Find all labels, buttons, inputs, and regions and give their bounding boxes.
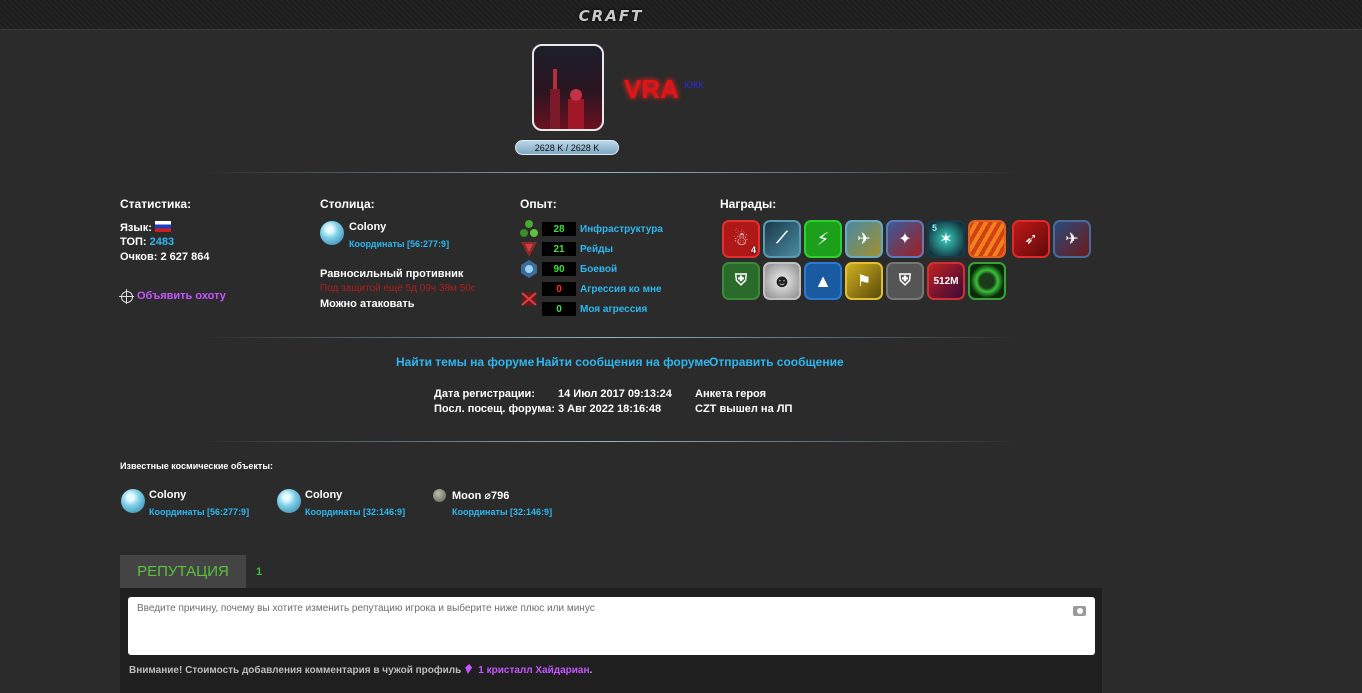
find-topics-link[interactable]: Найти темы на форуме bbox=[396, 355, 534, 369]
registration-label: Дата регистрации: bbox=[434, 388, 535, 400]
language-row: Язык: bbox=[120, 221, 171, 234]
craft-logo[interactable]: ✕ CRAFT bbox=[578, 3, 644, 31]
object-moon-icon bbox=[433, 489, 446, 502]
alliance-tag[interactable]: ЮКК bbox=[684, 80, 704, 90]
awards-title: Награды: bbox=[720, 197, 777, 211]
crystal-icon bbox=[465, 664, 473, 674]
award-santa-icon[interactable]: ☃ 4 bbox=[722, 220, 760, 258]
award-green-shield-icon[interactable]: ⛨ bbox=[722, 262, 760, 300]
reputation-warning: Внимание! Стоимость добавления комментар… bbox=[129, 664, 592, 676]
award-cannon-icon[interactable]: ⟋ bbox=[763, 220, 801, 258]
exp-my-aggression-value: 0 bbox=[542, 302, 576, 316]
exp-combat-value: 90 bbox=[542, 262, 576, 276]
known-objects-title: Известные космические объекты: bbox=[120, 461, 274, 471]
last-visit-label: Посл. посещ. форума: bbox=[434, 403, 556, 415]
award-512m-icon[interactable]: 512M bbox=[927, 262, 965, 300]
avatar-tower bbox=[550, 89, 560, 129]
object-planet-icon bbox=[277, 489, 301, 513]
exp-combat-link[interactable]: Боевой bbox=[580, 264, 617, 275]
reputation-count: 1 bbox=[256, 566, 263, 578]
capital-coords-link[interactable]: Координаты [56:277:9] bbox=[349, 239, 449, 249]
award-blue-emblem-icon[interactable]: ▲ bbox=[804, 262, 842, 300]
reputation-reason-input[interactable] bbox=[128, 597, 1095, 655]
player-nickname: VRA bbox=[624, 74, 679, 104]
russia-flag-icon bbox=[154, 221, 171, 232]
exp-raids-link[interactable]: Рейды bbox=[580, 244, 613, 255]
player-status-text: CZT вышел на ЛП bbox=[695, 403, 793, 415]
capital-planet-name[interactable]: Colony bbox=[349, 221, 386, 233]
object-coords-link[interactable]: Координаты [32:146:9] bbox=[305, 507, 405, 517]
award-gray-emblem-icon[interactable]: ⛨ bbox=[886, 262, 924, 300]
object-coords-link[interactable]: Координаты [56:277:9] bbox=[149, 507, 249, 517]
capital-title: Столица: bbox=[320, 197, 375, 211]
avatar-spire bbox=[553, 69, 557, 91]
crosshair-icon bbox=[119, 289, 134, 304]
opponent-label: Равносильный противник bbox=[320, 268, 464, 280]
exp-raids-value: 21 bbox=[542, 242, 576, 256]
award-fire-stripes-icon[interactable] bbox=[968, 220, 1006, 258]
top-row: ТОП: 2483 bbox=[120, 236, 174, 248]
object-name[interactable]: Colony bbox=[149, 489, 186, 501]
award-count-badge: 4 bbox=[750, 245, 756, 255]
award-512m-label: 512M bbox=[933, 275, 959, 287]
exp-infrastructure-value: 28 bbox=[542, 222, 576, 236]
object-coords-link[interactable]: Координаты [32:146:9] bbox=[452, 507, 552, 517]
award-golden-ship-icon[interactable]: ✈ bbox=[845, 220, 883, 258]
attack-status: Можно атаковать bbox=[320, 298, 415, 310]
warning-text: Внимание! Стоимость добавления комментар… bbox=[129, 665, 462, 676]
exp-infrastructure-link[interactable]: Инфраструктура bbox=[580, 224, 663, 235]
award-number-badge: 5 bbox=[932, 223, 938, 233]
stats-title: Статистика: bbox=[120, 197, 192, 211]
aggression-icon bbox=[521, 292, 537, 306]
top-label: ТОП: bbox=[120, 236, 147, 248]
combat-icon bbox=[521, 260, 537, 278]
top-value-link[interactable]: 2483 bbox=[150, 236, 174, 248]
object-planet-icon bbox=[121, 489, 145, 513]
capital-planet-icon bbox=[320, 221, 344, 245]
divider-lower bbox=[200, 441, 1020, 442]
award-fighter-icon[interactable]: ✈ bbox=[1053, 220, 1091, 258]
send-message-link[interactable]: Отправить сообщение bbox=[709, 355, 844, 369]
hero-profile-link[interactable]: Анкета героя bbox=[695, 388, 766, 400]
award-gold-emblem-icon[interactable]: ⚑ bbox=[845, 262, 883, 300]
award-green-emblem-icon[interactable]: ⚡ bbox=[804, 220, 842, 258]
avatar-building bbox=[568, 99, 584, 129]
hp-bar: 2628 K / 2628 K bbox=[515, 140, 619, 155]
registration-date: 14 Июл 2017 09:13:24 bbox=[558, 388, 672, 400]
object-name[interactable]: Colony bbox=[305, 489, 342, 501]
object-name[interactable]: Moon ⌀796 bbox=[452, 489, 509, 502]
exp-my-aggression-link[interactable]: Моя агрессия bbox=[580, 304, 647, 315]
logo-text: CRAFT bbox=[578, 7, 644, 25]
exp-aggression-to-me-value: 0 bbox=[542, 282, 576, 296]
avatar bbox=[532, 44, 604, 131]
crystal-cost: 1 кристалл Хайдариан bbox=[478, 665, 590, 676]
protection-timer: Под защитой ещё 5д 09ч 38м 50с bbox=[320, 283, 476, 294]
last-visit-date: 3 Авг 2022 18:16:48 bbox=[558, 403, 662, 415]
language-label: Язык: bbox=[120, 222, 152, 234]
raids-icon bbox=[521, 242, 537, 257]
reputation-tab[interactable]: РЕПУТАЦИЯ bbox=[120, 555, 246, 588]
divider-top bbox=[200, 172, 1020, 173]
experience-title: Опыт: bbox=[520, 197, 557, 211]
award-green-ring-icon[interactable] bbox=[968, 262, 1006, 300]
award-astronaut-icon[interactable]: ☻ bbox=[763, 262, 801, 300]
award-red-ship-icon[interactable]: ✦ bbox=[886, 220, 924, 258]
find-messages-link[interactable]: Найти сообщения на форуме bbox=[536, 355, 710, 369]
divider-middle bbox=[200, 337, 1020, 338]
declare-hunt-link[interactable]: Объявить охоту bbox=[137, 290, 226, 302]
cost-suffix: . bbox=[589, 665, 593, 676]
top-bar bbox=[0, 0, 1362, 30]
points-text: Очков: 2 627 864 bbox=[120, 251, 210, 263]
exp-aggression-to-me-link[interactable]: Агрессия ко мне bbox=[580, 284, 662, 295]
award-nebula-icon[interactable]: 5 ✶ bbox=[927, 220, 965, 258]
infrastructure-icon bbox=[520, 220, 538, 237]
award-ussr-rocket-icon[interactable]: ➶ bbox=[1012, 220, 1050, 258]
camera-icon[interactable] bbox=[1073, 606, 1086, 616]
avatar-dome bbox=[570, 89, 582, 101]
